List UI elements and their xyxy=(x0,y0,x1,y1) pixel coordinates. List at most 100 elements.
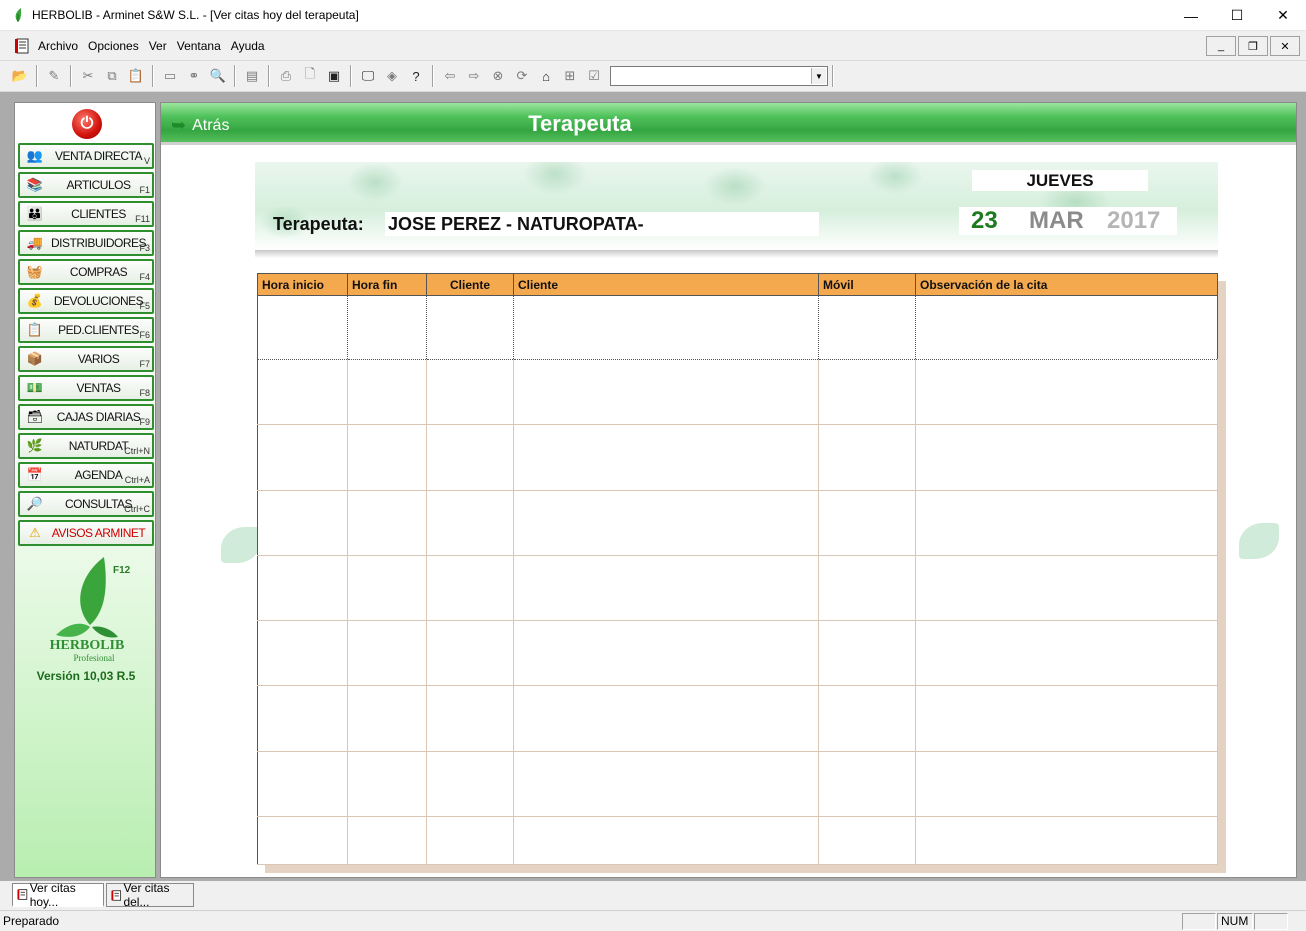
table-cell[interactable] xyxy=(513,424,819,491)
table-cell[interactable] xyxy=(915,685,1218,752)
table-cell[interactable] xyxy=(426,555,514,622)
table-cell[interactable] xyxy=(257,751,348,817)
table-cell[interactable] xyxy=(347,490,427,556)
table-cell[interactable] xyxy=(426,359,514,426)
table-cell[interactable] xyxy=(818,685,916,752)
table-cell[interactable] xyxy=(513,751,819,817)
table-cell[interactable] xyxy=(915,359,1218,426)
table-cell[interactable] xyxy=(513,620,819,687)
table-cell[interactable] xyxy=(915,555,1218,622)
sidebar-item-naturdat[interactable]: 🌿 NATURDAT Ctrl+N xyxy=(18,433,154,459)
open-folder-icon[interactable]: 📂 xyxy=(8,64,32,88)
table-cell[interactable] xyxy=(257,359,348,426)
sidebar-item-devoluciones[interactable]: 💰 DEVOLUCIONES F5 xyxy=(18,288,154,314)
column-header-observacion[interactable]: Observación de la cita xyxy=(915,273,1218,296)
mdi-restore-button[interactable]: ❐ xyxy=(1238,36,1268,56)
table-cell[interactable] xyxy=(818,490,916,556)
table-cell[interactable] xyxy=(818,620,916,687)
help-icon[interactable]: ? xyxy=(404,64,428,88)
search-web-icon[interactable]: ⊞ xyxy=(558,64,582,88)
edit-icon[interactable]: ✎ xyxy=(42,64,66,88)
scanner-icon[interactable]: ▤ xyxy=(240,64,264,88)
table-row[interactable] xyxy=(257,620,1218,687)
table-cell[interactable] xyxy=(257,620,348,687)
print-preview-icon[interactable]: 🗋 xyxy=(298,64,322,88)
table-cell[interactable] xyxy=(257,490,348,556)
close-button[interactable]: ✕ xyxy=(1260,0,1306,31)
save-icon[interactable]: ▣ xyxy=(322,64,346,88)
table-cell[interactable] xyxy=(915,816,1218,866)
monitor-icon[interactable]: 🖵 xyxy=(356,64,380,88)
menu-ayuda[interactable]: Ayuda xyxy=(226,39,270,53)
column-header-hora-inicio[interactable]: Hora inicio xyxy=(257,273,348,296)
window-icon[interactable]: ▭ xyxy=(158,64,182,88)
table-cell[interactable] xyxy=(513,555,819,622)
table-row[interactable] xyxy=(257,555,1218,622)
maximize-button[interactable]: ☐ xyxy=(1214,0,1260,31)
sidebar-item-ped-clientes[interactable]: 📋 PED.CLIENTES F6 xyxy=(18,317,154,343)
table-cell[interactable] xyxy=(426,685,514,752)
table-cell[interactable] xyxy=(257,555,348,622)
table-cell[interactable] xyxy=(426,294,514,361)
table-cell[interactable] xyxy=(818,359,916,426)
sidebar-item-agenda[interactable]: 📅 AGENDA Ctrl+A xyxy=(18,462,154,488)
table-cell[interactable] xyxy=(915,751,1218,817)
table-cell[interactable] xyxy=(257,685,348,752)
refresh-icon[interactable]: ⟳ xyxy=(510,64,534,88)
sidebar-item-articulos[interactable]: 📚 ARTICULOS F1 xyxy=(18,172,154,198)
sidebar-item-avisos-arminet[interactable]: ⚠ AVISOS ARMINET xyxy=(18,520,154,546)
table-row[interactable] xyxy=(257,816,1218,866)
minimize-button[interactable]: — xyxy=(1168,0,1214,31)
mdi-minimize-button[interactable]: _ xyxy=(1206,36,1236,56)
table-row[interactable] xyxy=(257,685,1218,752)
eraser-icon[interactable]: ◈ xyxy=(380,64,404,88)
power-icon[interactable]: ⏻ xyxy=(72,109,102,139)
table-cell[interactable] xyxy=(347,816,427,866)
table-row[interactable] xyxy=(257,359,1218,426)
menu-ventana[interactable]: Ventana xyxy=(172,39,226,53)
table-row[interactable] xyxy=(257,751,1218,817)
table-cell[interactable] xyxy=(347,294,427,361)
favorites-icon[interactable]: ☑ xyxy=(582,64,606,88)
column-header-hora-fin[interactable]: Hora fin xyxy=(347,273,427,296)
table-row[interactable] xyxy=(257,490,1218,556)
table-row[interactable] xyxy=(257,424,1218,491)
table-cell[interactable] xyxy=(257,816,348,866)
table-cell[interactable] xyxy=(915,294,1218,361)
arrow-left-icon[interactable]: ⇦ xyxy=(438,64,462,88)
table-cell[interactable] xyxy=(513,294,819,361)
sidebar-item-varios[interactable]: 📦 VARIOS F7 xyxy=(18,346,154,372)
binoculars-icon[interactable]: ⚭ xyxy=(182,64,206,88)
sidebar-item-clientes[interactable]: 👪 CLIENTES F11 xyxy=(18,201,154,227)
sidebar-item-cajas-diarias[interactable]: 🗃 CAJAS DIARIAS F9 xyxy=(18,404,154,430)
table-cell[interactable] xyxy=(347,685,427,752)
table-cell[interactable] xyxy=(513,685,819,752)
column-header-cliente-id[interactable]: Cliente xyxy=(426,273,514,296)
table-cell[interactable] xyxy=(347,359,427,426)
menu-ver[interactable]: Ver xyxy=(144,39,172,53)
table-cell[interactable] xyxy=(426,751,514,817)
table-cell[interactable] xyxy=(347,620,427,687)
table-cell[interactable] xyxy=(426,620,514,687)
sidebar-item-venta-directa[interactable]: 👥 VENTA DIRECTA V xyxy=(18,143,154,169)
sidebar-item-ventas[interactable]: 💵 VENTAS F8 xyxy=(18,375,154,401)
column-header-movil[interactable]: Móvil xyxy=(818,273,916,296)
table-cell[interactable] xyxy=(426,816,514,866)
table-cell[interactable] xyxy=(513,816,819,866)
table-cell[interactable] xyxy=(257,294,348,361)
herbolib-logo[interactable]: HERBOLIB Profesional xyxy=(42,555,132,665)
table-cell[interactable] xyxy=(426,424,514,491)
mdi-close-button[interactable]: ✕ xyxy=(1270,36,1300,56)
table-cell[interactable] xyxy=(915,424,1218,491)
home-icon[interactable]: ⌂ xyxy=(534,64,558,88)
zoom-icon[interactable]: 🔍 xyxy=(206,64,230,88)
table-cell[interactable] xyxy=(347,751,427,817)
paste-icon[interactable]: 📋 xyxy=(124,64,148,88)
tab-ver-citas-hoy[interactable]: Ver citas hoy... xyxy=(12,881,104,909)
table-cell[interactable] xyxy=(818,816,916,866)
stop-icon[interactable]: ⊗ xyxy=(486,64,510,88)
table-cell[interactable] xyxy=(915,620,1218,687)
menu-opciones[interactable]: Opciones xyxy=(83,39,144,53)
table-cell[interactable] xyxy=(915,490,1218,556)
chevron-down-icon[interactable]: ▼ xyxy=(811,68,826,84)
